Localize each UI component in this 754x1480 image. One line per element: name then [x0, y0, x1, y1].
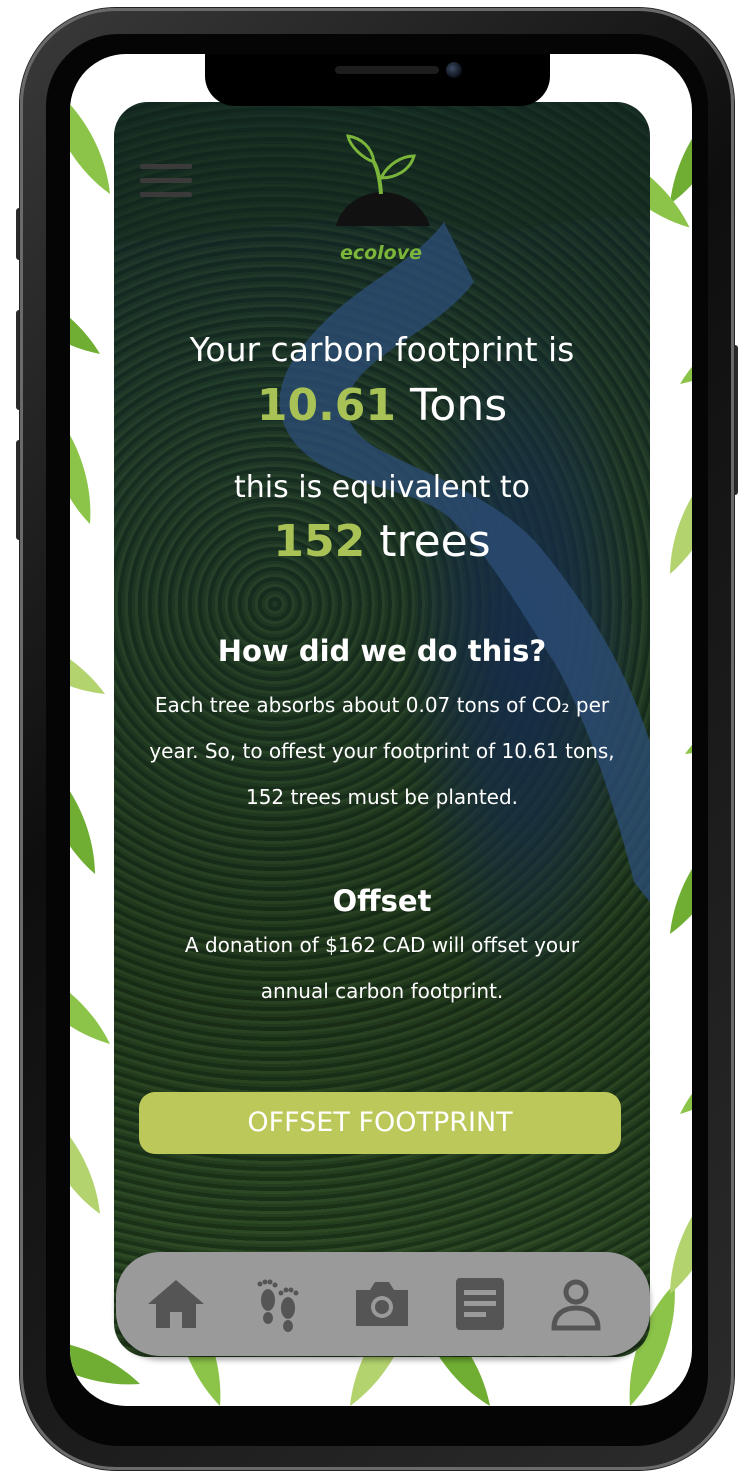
offset-heading: Offset	[332, 884, 432, 918]
offset-body: A donation of $162 CAD will offset your …	[184, 933, 580, 1003]
tons-number: 10.61	[256, 380, 397, 431]
bottom-tab-bar	[116, 1252, 650, 1356]
explanation-heading: How did we do this?	[217, 634, 547, 668]
explanation-body: Each tree absorbs about 0.07 tons of CO₂…	[149, 693, 615, 809]
phone-notch	[205, 54, 550, 106]
front-camera	[446, 62, 462, 78]
footprint-value: 10.61 Tons	[114, 380, 650, 431]
tab-profile[interactable]	[544, 1272, 608, 1336]
offset-footprint-button[interactable]: OFFSET FOOTPRINT	[139, 1092, 621, 1154]
tab-home[interactable]	[144, 1272, 208, 1336]
tons-unit: Tons	[396, 380, 508, 431]
equivalent-label: this is equivalent to	[234, 470, 530, 505]
tab-footprint[interactable]	[246, 1272, 310, 1336]
camera-icon	[356, 1282, 408, 1326]
home-icon	[148, 1280, 204, 1328]
app-name: ecolove	[339, 242, 423, 264]
tab-camera[interactable]	[350, 1272, 414, 1336]
footprints-icon	[257, 1279, 299, 1332]
seedling-logo-icon	[336, 134, 430, 226]
tab-document[interactable]	[448, 1272, 512, 1336]
trees-value: 152 trees	[114, 516, 650, 567]
trees-unit: trees	[365, 516, 491, 567]
profile-icon	[551, 1279, 601, 1331]
document-icon	[456, 1278, 504, 1330]
speaker-grille	[335, 66, 439, 74]
footprint-headline: Your carbon footprint is	[189, 330, 575, 369]
trees-number: 152	[273, 516, 366, 567]
main-card: ecolove Your carbon footprint is 10.61 T…	[114, 102, 650, 1357]
menu-icon[interactable]	[140, 164, 194, 198]
